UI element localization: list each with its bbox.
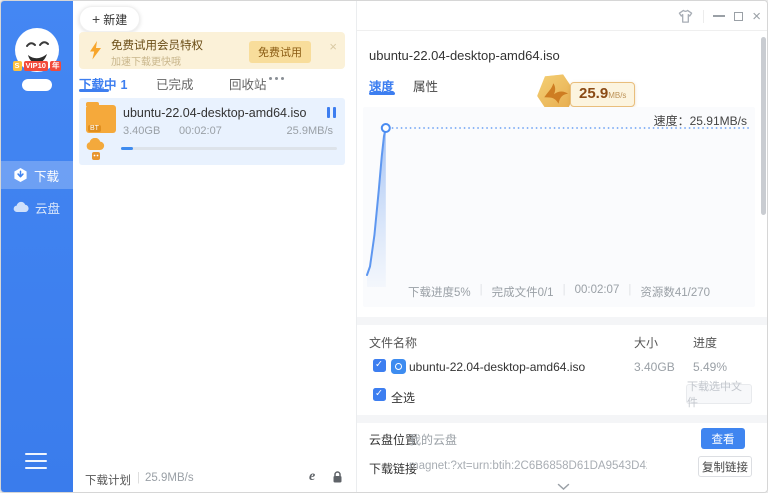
sidebar-item-label: 下载	[34, 166, 59, 185]
vip-level-badge: VIP10	[24, 61, 48, 71]
banner-subtitle: 加速下载更快哦	[111, 53, 181, 68]
controls-divider	[703, 10, 704, 23]
stat-elapsed: 00:02:07	[575, 284, 620, 300]
task-list-panel: + 新建 免费试用会员特权 加速下载更快哦 免费试用 × 下载中1 已完成 回收…	[73, 1, 357, 492]
minimize-button[interactable]	[713, 15, 725, 17]
banner-title: 免费试用会员特权	[111, 37, 203, 53]
pause-button[interactable]	[327, 107, 336, 118]
vip-trial-banner: 免费试用会员特权 加速下载更快哦 免费试用 ×	[79, 32, 345, 69]
speed-unit: MB/s	[608, 91, 626, 100]
view-button[interactable]: 查看	[701, 428, 745, 449]
section-divider	[357, 415, 768, 423]
active-tab-underline	[79, 89, 109, 92]
download-task-item[interactable]: BT ubuntu-22.04-desktop-amd64.iso 3.40GB…	[79, 98, 345, 165]
new-task-button[interactable]: + 新建	[79, 6, 140, 32]
lock-icon[interactable]	[331, 470, 344, 484]
task-progress-track	[121, 147, 337, 150]
download-selected-button[interactable]: 下载选中文件	[686, 384, 752, 404]
speed-value-tag: 25.9MB/s	[570, 82, 635, 107]
section-divider	[357, 317, 768, 325]
close-button[interactable]: ×	[752, 9, 761, 24]
stat-progress: 下载进度5%	[408, 284, 471, 300]
window-controls: ×	[677, 1, 768, 31]
status-bar: 下载计划 | 25.9MB/s e	[73, 466, 357, 492]
task-size: 3.40GB	[123, 125, 160, 137]
sidebar: S VIP10 年 下载 云盘	[1, 1, 73, 492]
stat-separator: |	[628, 284, 631, 300]
list-tabs: 下载中1 已完成 回收站	[73, 71, 357, 95]
stat-separator: |	[563, 284, 566, 300]
detail-title: ubuntu-22.04-desktop-amd64.iso	[369, 48, 699, 63]
active-tab-underline	[369, 92, 395, 95]
tab-trash[interactable]: 回收站	[229, 74, 267, 93]
status-separator: |	[137, 472, 140, 484]
maximize-button[interactable]	[734, 12, 743, 21]
username-pill[interactable]	[22, 79, 52, 91]
speed-chart: 速度：25.91MB/s 下载进度5% | 完成文件0/1 | 00:02	[363, 107, 755, 307]
detail-panel: × ubuntu-22.04-desktop-amd64.iso 速度 属性 2…	[357, 1, 768, 492]
window-titlebar: ×	[357, 1, 768, 31]
col-progress: 进度	[693, 334, 717, 351]
stat-files: 完成文件0/1	[492, 284, 554, 300]
new-task-label: 新建	[103, 11, 127, 28]
task-name: ubuntu-22.04-desktop-amd64.iso	[123, 106, 313, 120]
skin-theme-icon[interactable]	[677, 9, 694, 24]
tab-properties[interactable]: 属性	[413, 76, 438, 95]
chevron-down-icon[interactable]	[557, 483, 570, 491]
plus-icon: +	[92, 12, 100, 26]
thunder-bird-icon	[541, 80, 572, 109]
svip-icon: S	[13, 61, 22, 71]
cloud-location-value: 我的云盘	[409, 431, 457, 448]
select-all-checkbox[interactable]	[373, 388, 386, 401]
bt-badge: BT	[88, 125, 101, 132]
downloading-count-badge: 1	[121, 78, 128, 92]
speed-curve	[363, 107, 755, 307]
sidebar-item-download[interactable]: 下载	[1, 161, 73, 189]
global-speed: 25.9MB/s	[145, 472, 194, 484]
browser-monitor-icon[interactable]: e	[309, 469, 315, 485]
bt-folder-icon: BT	[86, 105, 116, 133]
menu-icon[interactable]	[25, 453, 47, 474]
more-options-icon[interactable]	[269, 77, 284, 80]
vip-badge: S VIP10 年	[1, 61, 73, 71]
vip-year-badge: 年	[50, 61, 62, 71]
sidebar-item-label: 云盘	[35, 198, 60, 217]
cloud-icon	[13, 201, 29, 213]
task-speed: 25.9MB/s	[287, 125, 333, 137]
app-window: S VIP10 年 下载 云盘 + 新建	[0, 0, 768, 493]
file-size: 3.40GB	[634, 360, 675, 374]
task-progress-fill	[121, 147, 133, 150]
copy-link-button[interactable]: 复制链接	[698, 456, 752, 477]
download-plan-link[interactable]: 下载计划	[85, 472, 131, 488]
scrollbar-thumb[interactable]	[761, 37, 766, 215]
banner-close-icon[interactable]: ×	[329, 40, 337, 53]
chart-stats: 下载进度5% | 完成文件0/1 | 00:02:07 | 资源数41/270	[363, 284, 755, 300]
download-hexagon-icon	[13, 167, 28, 183]
file-checkbox[interactable]	[373, 359, 386, 372]
col-size: 大小	[634, 334, 658, 351]
lightning-icon	[89, 41, 102, 60]
stat-separator: |	[480, 284, 483, 300]
magnet-link-value: magnet:?xt=urn:btih:2C6B6858D61DA9543D42…	[409, 460, 647, 472]
file-name: ubuntu-22.04-desktop-amd64.iso	[409, 360, 629, 374]
iso-file-icon	[391, 359, 406, 374]
file-progress: 5.49%	[693, 360, 727, 374]
sidebar-item-cloud[interactable]: 云盘	[1, 193, 73, 221]
col-filename: 文件名称	[369, 334, 417, 351]
task-elapsed: 00:02:07	[179, 125, 222, 137]
select-all-label: 全选	[391, 389, 415, 406]
speed-value: 25.9	[579, 85, 608, 102]
tab-completed[interactable]: 已完成	[156, 74, 194, 93]
stat-resources: 资源数41/270	[640, 284, 710, 300]
cloud-sync-icon	[85, 138, 107, 162]
free-trial-button[interactable]: 免费试用	[249, 41, 311, 63]
